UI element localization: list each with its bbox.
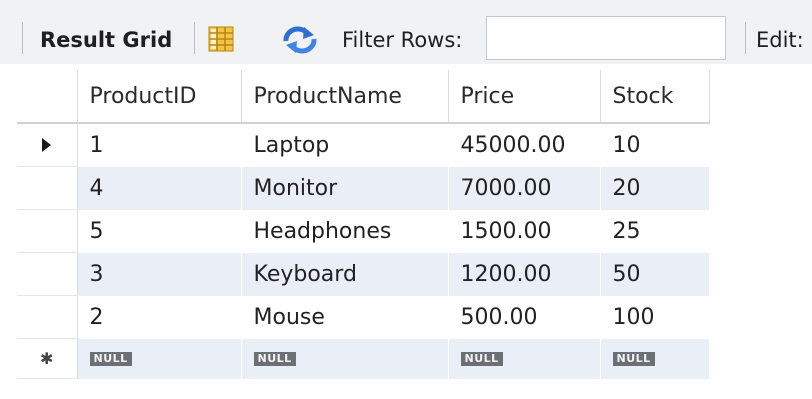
row-indicator[interactable] — [17, 295, 78, 339]
table-cell[interactable]: Keyboard — [241, 252, 449, 296]
null-cell[interactable]: NULL — [77, 338, 242, 379]
table-cell[interactable]: Laptop — [241, 123, 449, 167]
table-cell[interactable]: 1200.00 — [448, 252, 601, 296]
table-cell[interactable]: 1500.00 — [448, 209, 601, 253]
table-cell[interactable]: 45000.00 — [448, 123, 601, 167]
header-row: ProductID ProductName Price Stock — [17, 70, 710, 124]
table-cell[interactable]: 20 — [600, 166, 710, 210]
row-indicator[interactable] — [17, 209, 78, 253]
table-cell[interactable]: 25 — [600, 209, 710, 253]
table-cell[interactable]: 100 — [600, 295, 710, 339]
table-cell[interactable]: 50 — [600, 252, 710, 296]
null-badge: NULL — [612, 351, 655, 366]
result-grid-label[interactable]: Result Grid — [40, 27, 172, 53]
result-table: ProductID ProductName Price Stock 1 Lapt… — [17, 70, 710, 379]
new-row-indicator[interactable]: ✱ — [17, 338, 78, 379]
result-toolbar: Result Grid Filter Rows: Edit: — [0, 0, 812, 64]
row-indicator[interactable] — [17, 166, 78, 210]
column-header-stock[interactable]: Stock — [600, 70, 710, 124]
table-cell[interactable]: 7000.00 — [448, 166, 601, 210]
row-indicator[interactable] — [17, 252, 78, 296]
table-cell[interactable]: Monitor — [241, 166, 449, 210]
table-cell[interactable]: Mouse — [241, 295, 449, 339]
table-cell[interactable]: 4 — [77, 166, 242, 210]
table-row[interactable]: 3 Keyboard 1200.00 50 — [17, 252, 710, 296]
null-cell[interactable]: NULL — [448, 338, 601, 379]
current-row-indicator[interactable] — [17, 123, 78, 167]
column-header-productname[interactable]: ProductName — [241, 70, 449, 124]
column-header-productid[interactable]: ProductID — [77, 70, 242, 124]
corner-cell[interactable] — [17, 70, 78, 124]
table-row[interactable]: 2 Mouse 500.00 100 — [17, 295, 710, 339]
toolbar-separator — [22, 22, 23, 54]
column-header-price[interactable]: Price — [448, 70, 601, 124]
null-badge: NULL — [460, 351, 503, 366]
edit-label: Edit: — [756, 28, 804, 52]
table-row[interactable]: 1 Laptop 45000.00 10 — [17, 123, 710, 167]
table-cell[interactable]: 500.00 — [448, 295, 601, 339]
result-grid-panel: Result Grid Filter Rows: Edit: ProductID… — [0, 0, 812, 399]
new-row-asterisk-icon: ✱ — [40, 349, 54, 368]
table-cell[interactable]: Headphones — [241, 209, 449, 253]
table-row[interactable]: 5 Headphones 1500.00 25 — [17, 209, 710, 253]
refresh-icon[interactable] — [280, 25, 320, 55]
null-cell[interactable]: NULL — [600, 338, 710, 379]
table-cell[interactable]: 1 — [77, 123, 242, 167]
form-grid-icon[interactable] — [208, 26, 234, 52]
null-badge: NULL — [89, 351, 132, 366]
filter-rows-input[interactable] — [486, 16, 726, 60]
toolbar-separator — [194, 22, 195, 54]
toolbar-separator — [745, 22, 746, 54]
current-row-arrow-icon — [42, 138, 52, 152]
new-row[interactable]: ✱ NULL NULL NULL NULL — [17, 338, 710, 379]
table-row[interactable]: 4 Monitor 7000.00 20 — [17, 166, 710, 210]
null-badge: NULL — [253, 351, 296, 366]
table-cell[interactable]: 2 — [77, 295, 242, 339]
table-cell[interactable]: 3 — [77, 252, 242, 296]
result-table-container: ProductID ProductName Price Stock 1 Lapt… — [17, 70, 710, 379]
table-cell[interactable]: 5 — [77, 209, 242, 253]
filter-rows-label: Filter Rows: — [342, 28, 463, 52]
null-cell[interactable]: NULL — [241, 338, 449, 379]
table-cell[interactable]: 10 — [600, 123, 710, 167]
